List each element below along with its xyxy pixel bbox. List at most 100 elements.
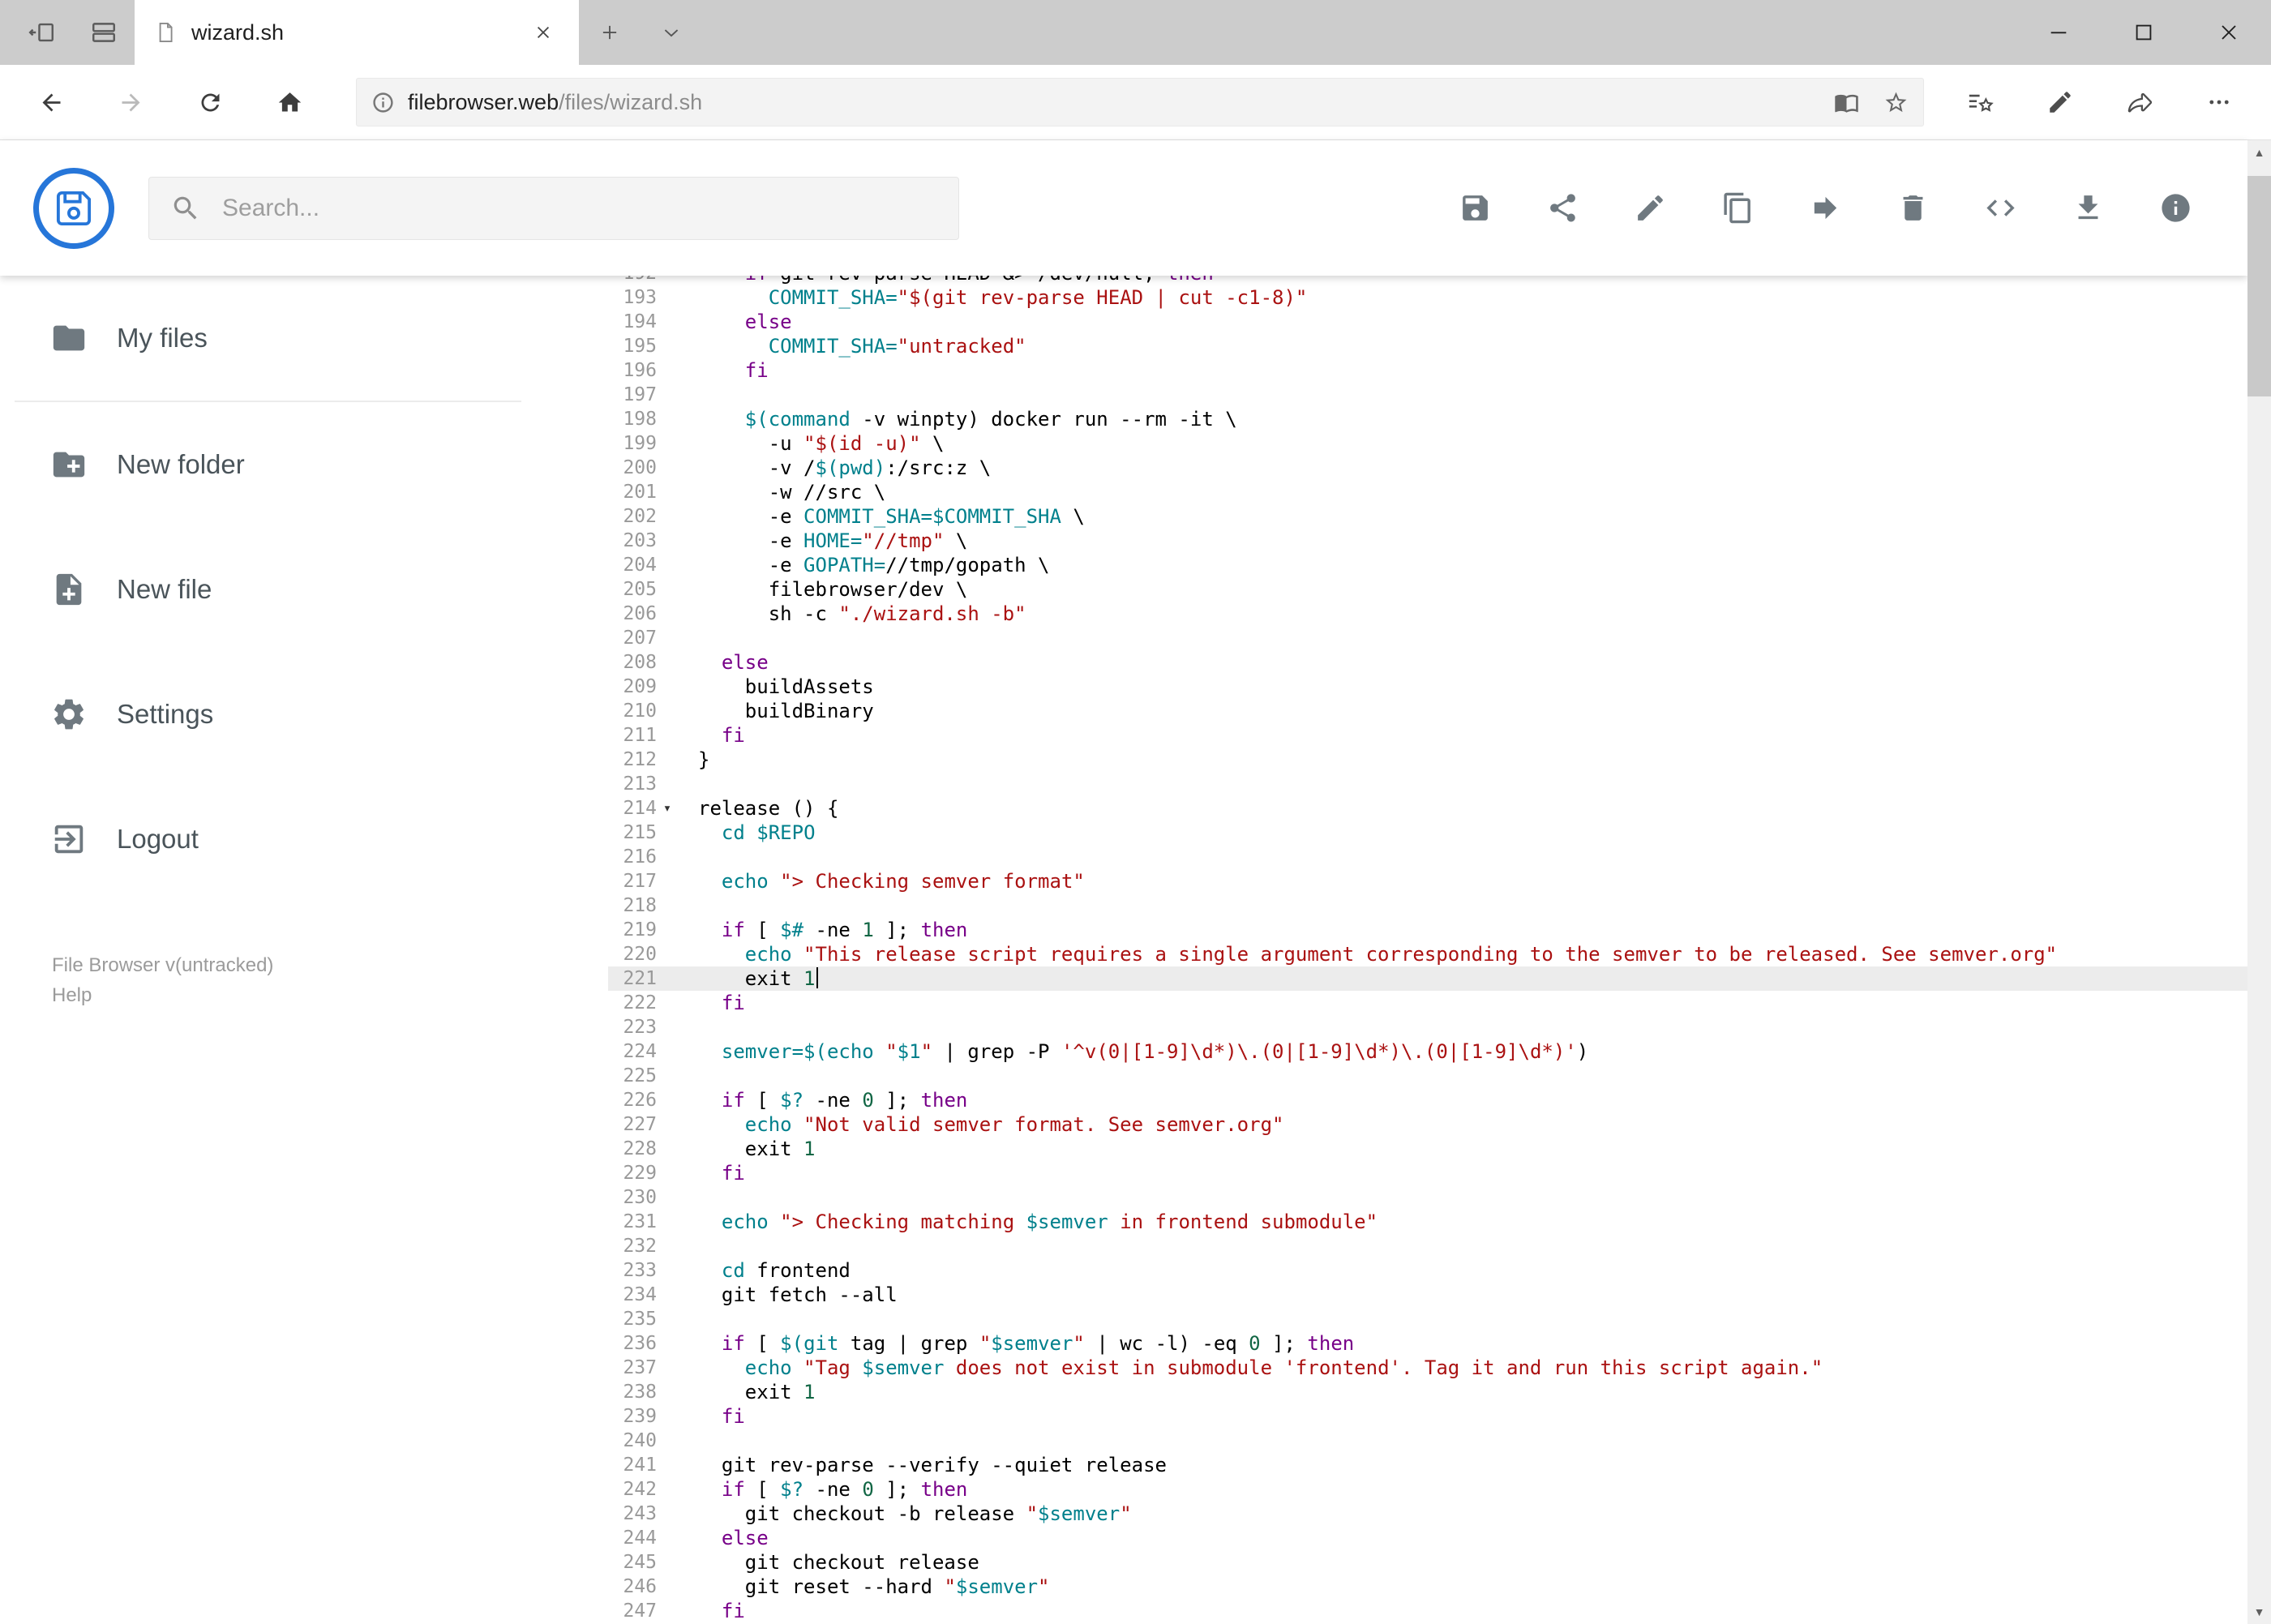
code-line[interactable]: 225 — [608, 1064, 2247, 1088]
code-line[interactable]: 231 echo "> Checking matching $semver in… — [608, 1210, 2247, 1234]
code-line[interactable]: 201 -w //src \ — [608, 480, 2247, 504]
code-line[interactable]: 195 COMMIT_SHA="untracked" — [608, 334, 2247, 358]
code-line[interactable]: 194 else — [608, 310, 2247, 334]
code-line[interactable]: 245 git checkout release — [608, 1550, 2247, 1575]
download-button[interactable] — [2063, 183, 2113, 234]
code-line[interactable]: 214 ▾ release () { — [608, 796, 2247, 821]
rename-button[interactable] — [1625, 183, 1675, 234]
delete-button[interactable] — [1888, 183, 1938, 234]
code-line[interactable]: 210 buildBinary — [608, 699, 2247, 723]
sidebar-item-new-folder[interactable]: New folder — [0, 402, 600, 527]
code-editor[interactable]: 192 if git rev-parse HEAD &> /dev/null; … — [608, 261, 2247, 1624]
code-line[interactable]: 226 if [ $? -ne 0 ]; then — [608, 1088, 2247, 1112]
code-line[interactable]: 239 fi — [608, 1404, 2247, 1429]
move-button[interactable] — [1800, 183, 1850, 234]
maximize-button[interactable] — [2101, 0, 2186, 65]
code-line[interactable]: 220 echo "This release script requires a… — [608, 942, 2247, 966]
add-favorite-button[interactable] — [1883, 90, 1909, 115]
code-line[interactable]: 236 if [ $(git tag | grep "$semver" | wc… — [608, 1331, 2247, 1356]
reading-view-button[interactable] — [1834, 90, 1859, 115]
scroll-up-button[interactable]: ▲ — [2247, 140, 2271, 165]
code-line[interactable]: 218 — [608, 893, 2247, 918]
code-line[interactable]: 238 exit 1 — [608, 1380, 2247, 1404]
code-line[interactable]: 230 — [608, 1185, 2247, 1210]
win-close-icon — [2221, 25, 2236, 40]
new-tab-button[interactable] — [579, 0, 641, 65]
code-line[interactable]: 244 else — [608, 1526, 2247, 1550]
code-line[interactable]: 212} — [608, 748, 2247, 772]
code-line[interactable]: 229 fi — [608, 1161, 2247, 1185]
code-line[interactable]: 216 — [608, 845, 2247, 869]
code-line[interactable]: 215 cd $REPO — [608, 821, 2247, 845]
close-window-button[interactable] — [2186, 0, 2271, 65]
code-line[interactable]: 202 -e COMMIT_SHA=$COMMIT_SHA \ — [608, 504, 2247, 529]
code-line[interactable]: 224 semver=$(echo "$1" | grep -P '^v(0|[… — [608, 1039, 2247, 1064]
tab-previews-toggle-button[interactable] — [641, 0, 702, 65]
back-button[interactable] — [15, 75, 88, 129]
sidebar-item-my-files[interactable]: My files — [0, 276, 600, 401]
code-line[interactable]: 204 -e GOPATH=//tmp/gopath \ — [608, 553, 2247, 577]
code-line[interactable]: 243 git checkout -b release "$semver" — [608, 1502, 2247, 1526]
scrollbar-thumb[interactable] — [2247, 176, 2271, 396]
help-link[interactable]: Help — [52, 980, 273, 1010]
refresh-button[interactable] — [174, 75, 246, 129]
code-line[interactable]: 247 fi — [608, 1599, 2247, 1623]
code-line[interactable]: 203 -e HOME="//tmp" \ — [608, 529, 2247, 553]
hub-button[interactable] — [1945, 75, 2016, 129]
code-line[interactable]: 235 — [608, 1307, 2247, 1331]
tab-preview-button[interactable] — [84, 13, 123, 52]
code-line[interactable]: 209 buildAssets — [608, 675, 2247, 699]
search-input[interactable] — [221, 193, 937, 223]
code-line[interactable]: 217 echo "> Checking semver format" — [608, 869, 2247, 893]
sidebar-item-logout[interactable]: Logout — [0, 777, 600, 902]
share-button[interactable] — [1537, 183, 1588, 234]
home-button[interactable] — [253, 75, 326, 129]
code-line[interactable]: 207 — [608, 626, 2247, 650]
code-line[interactable]: 228 exit 1 — [608, 1137, 2247, 1161]
more-actions-button[interactable] — [2183, 75, 2255, 129]
code-line[interactable]: 200 -v /$(pwd):/src:z \ — [608, 456, 2247, 480]
set-tabs-aside-button[interactable] — [23, 13, 62, 52]
code-line[interactable]: 237 echo "Tag $semver does not exist in … — [608, 1356, 2247, 1380]
sidebar-item-new-file[interactable]: New file — [0, 527, 600, 652]
code-line[interactable]: 208 else — [608, 650, 2247, 675]
scrollbar-track[interactable]: ▲ ▼ — [2247, 140, 2271, 1624]
code-line[interactable]: 227 echo "Not valid semver format. See s… — [608, 1112, 2247, 1137]
code-line[interactable]: 221 exit 1 — [608, 966, 2247, 991]
info-button[interactable] — [2150, 183, 2200, 234]
code-text: fi — [721, 1600, 745, 1622]
browser-tab[interactable]: wizard.sh — [135, 0, 579, 65]
code-line[interactable]: 211 fi — [608, 723, 2247, 748]
minimize-button[interactable] — [2016, 0, 2101, 65]
code-line[interactable]: 246 git reset --hard "$semver" — [608, 1575, 2247, 1599]
code-line[interactable]: 219 if [ $# -ne 1 ]; then — [608, 918, 2247, 942]
fold-marker[interactable]: ▾ — [657, 796, 678, 821]
annotate-button[interactable] — [2025, 75, 2096, 129]
code-line[interactable]: 197 — [608, 383, 2247, 407]
code-line[interactable]: 193 COMMIT_SHA="$(git rev-parse HEAD | c… — [608, 285, 2247, 310]
code-line[interactable]: 196 fi — [608, 358, 2247, 383]
search-box[interactable] — [148, 176, 959, 240]
tab-close-button[interactable] — [527, 16, 559, 49]
address-bar[interactable]: filebrowser.web/files/wizard.sh — [356, 78, 1924, 126]
code-line[interactable]: 222 fi — [608, 991, 2247, 1015]
code-line[interactable]: 198 $(command -v winpty) docker run --rm… — [608, 407, 2247, 431]
code-line[interactable]: 233 cd frontend — [608, 1258, 2247, 1283]
save-button[interactable] — [1450, 183, 1500, 234]
site-info-button[interactable] — [371, 91, 395, 114]
copy-button[interactable] — [1712, 183, 1763, 234]
sidebar-item-settings[interactable]: Settings — [0, 652, 600, 777]
code-line[interactable]: 199 -u "$(id -u)" \ — [608, 431, 2247, 456]
code-line[interactable]: 234 git fetch --all — [608, 1283, 2247, 1307]
code-line[interactable]: 223 — [608, 1015, 2247, 1039]
code-line[interactable]: 240 — [608, 1429, 2247, 1453]
code-line[interactable]: 213 — [608, 772, 2247, 796]
code-line[interactable]: 241 git rev-parse --verify --quiet relea… — [608, 1453, 2247, 1477]
scroll-down-button[interactable]: ▼ — [2247, 1600, 2271, 1624]
code-line[interactable]: 205 filebrowser/dev \ — [608, 577, 2247, 602]
source-view-button[interactable] — [1975, 183, 2025, 234]
code-line[interactable]: 232 — [608, 1234, 2247, 1258]
code-line[interactable]: 242 if [ $? -ne 0 ]; then — [608, 1477, 2247, 1502]
code-line[interactable]: 206 sh -c "./wizard.sh -b" — [608, 602, 2247, 626]
share-page-button[interactable] — [2104, 75, 2175, 129]
